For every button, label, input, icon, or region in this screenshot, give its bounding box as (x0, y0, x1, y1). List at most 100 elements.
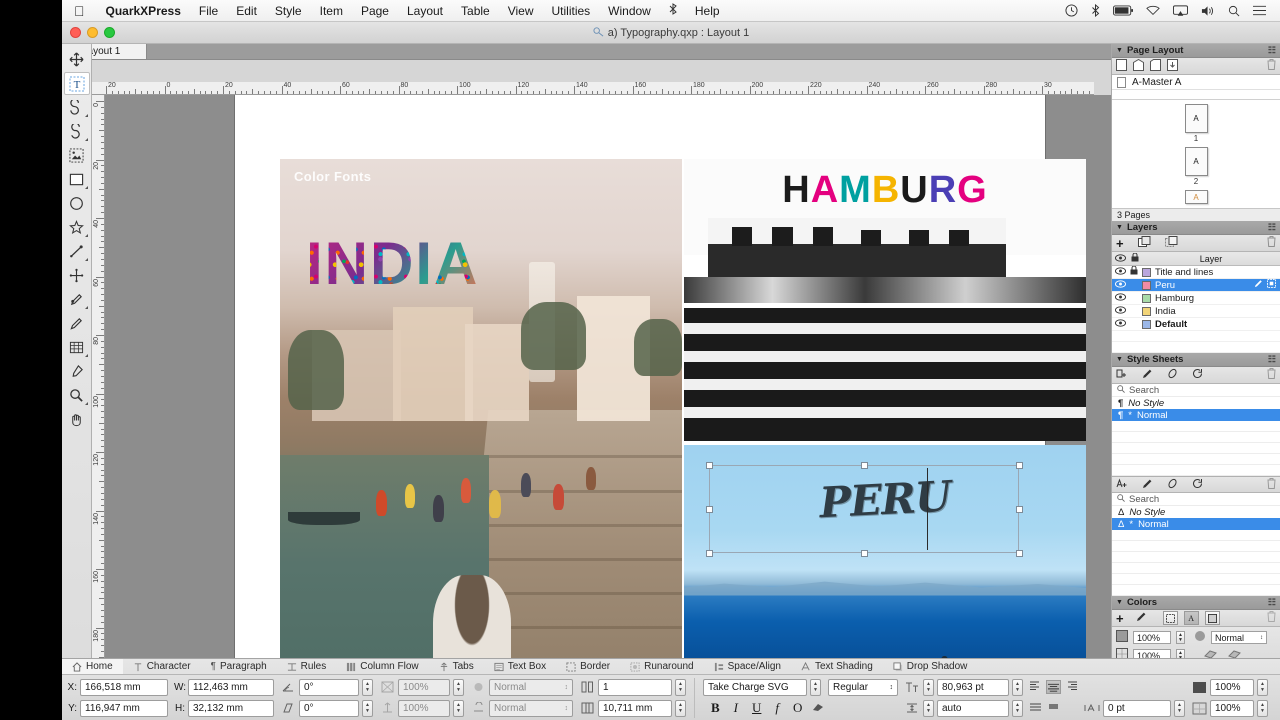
more-text-styles-icon[interactable] (812, 701, 825, 716)
style-sheets-panel-header[interactable]: ▼ Style Sheets ☷ (1112, 353, 1280, 367)
trash-icon[interactable] (1267, 236, 1276, 250)
maximize-button[interactable] (104, 27, 115, 38)
merge-layers-icon[interactable] (1165, 236, 1178, 250)
apple-logo-icon[interactable]:  (74, 4, 85, 18)
bezier-pen-tool[interactable] (64, 264, 90, 287)
item-tool[interactable] (64, 48, 90, 71)
page-layout-panel-header[interactable]: ▼ Page Layout ☷ (1112, 44, 1280, 58)
minimize-button[interactable] (87, 27, 98, 38)
opacity-field[interactable]: 100% (1210, 700, 1254, 717)
character-styles-search[interactable]: Search (1112, 493, 1280, 506)
leading-stepper-right[interactable]: ▲▼ (1012, 700, 1023, 717)
shade-field[interactable]: 100% (1210, 679, 1254, 696)
battery-icon[interactable] (1113, 5, 1133, 16)
layers-panel-header[interactable]: ▼ Layers ☷ (1112, 221, 1280, 235)
h-field[interactable]: 32,132 mm (188, 700, 274, 717)
panel-menu-icon[interactable]: ☷ (1268, 597, 1276, 608)
shade-stepper[interactable]: ▲▼ (1257, 679, 1268, 696)
align-force-justify-icon[interactable] (1048, 702, 1059, 714)
trash-icon[interactable] (1267, 611, 1276, 625)
x-field[interactable]: 166,518 mm (80, 679, 168, 696)
eye-icon[interactable] (1115, 267, 1126, 278)
selection-handle-mr[interactable] (1016, 506, 1023, 513)
tab-drop-shadow[interactable]: Drop Shadow (883, 659, 978, 674)
char-style-row-no-style[interactable]: Δ No Style (1112, 506, 1280, 518)
edit-style-icon[interactable] (1142, 368, 1153, 382)
y-field[interactable]: 116,947 mm (80, 700, 168, 717)
style-row-normal[interactable]: ¶ * Normal (1112, 409, 1280, 421)
edit-color-icon[interactable] (1136, 611, 1147, 625)
font-size-stepper[interactable]: ▲▼ (923, 679, 934, 696)
new-style-icon[interactable] (1116, 368, 1128, 382)
document-page[interactable]: Color Fonts INDIA (235, 95, 1045, 660)
search-icon[interactable] (1228, 5, 1240, 17)
add-layer-icon[interactable]: + (1116, 237, 1124, 250)
shade-stepper[interactable]: ▲▼ (1176, 631, 1185, 644)
italic-button[interactable]: I (730, 700, 742, 716)
airplay-icon[interactable] (1173, 5, 1188, 17)
menu-item-item[interactable]: Item (311, 0, 352, 22)
layer-row-title-and-lines[interactable]: Title and lines (1112, 266, 1280, 279)
selection-handle-bc[interactable] (861, 550, 868, 557)
duplicate-page-icon[interactable] (1150, 59, 1161, 74)
picture-frame-hamburg[interactable]: HAMBURG (684, 159, 1086, 441)
align-left-icon[interactable] (1029, 680, 1042, 694)
menu-item-help[interactable]: Help (686, 0, 729, 22)
tables-tool[interactable] (64, 336, 90, 359)
add-color-icon[interactable]: + (1116, 612, 1124, 625)
tab-space-align[interactable]: Space/Align (704, 659, 791, 674)
page-thumbnail[interactable]: A (1185, 147, 1208, 176)
tab-text-shading[interactable]: Text Shading (791, 659, 883, 674)
horizontal-ruler[interactable]: 2002040608010012014016018020022024026028… (92, 82, 1094, 95)
update-style-icon[interactable] (1192, 478, 1203, 492)
bold-button[interactable]: B (707, 700, 724, 716)
zoom-tool[interactable] (64, 384, 90, 407)
layer-row-hamburg[interactable]: Hamburg (1112, 292, 1280, 305)
tab-column-flow[interactable]: Column Flow (336, 659, 428, 674)
font-style-select[interactable]: Regular ↕ (828, 679, 898, 696)
selection-handle-tc[interactable] (861, 462, 868, 469)
chevron-down-icon[interactable]: ▼ (1116, 47, 1123, 54)
menu-item-file[interactable]: File (190, 0, 227, 22)
menu-item-style[interactable]: Style (266, 0, 311, 22)
menu-item-edit[interactable]: Edit (227, 0, 266, 22)
duplicate-style-icon[interactable] (1167, 368, 1178, 382)
text-color-swatch-icon[interactable] (1191, 681, 1207, 694)
close-button[interactable] (70, 27, 81, 38)
volume-icon[interactable] (1201, 5, 1215, 17)
selection-handle-tl[interactable] (706, 462, 713, 469)
clock-icon[interactable] (1065, 4, 1078, 17)
panel-menu-icon[interactable]: ☷ (1268, 222, 1276, 233)
style-row-no-style[interactable]: ¶ No Style (1112, 397, 1280, 409)
small-caps-button[interactable]: f (771, 700, 783, 716)
align-justify-icon[interactable] (1029, 701, 1042, 715)
leading-field[interactable]: auto (937, 700, 1009, 717)
pan-hand-tool[interactable] (64, 408, 90, 431)
trash-icon[interactable] (1267, 59, 1276, 73)
background-color-icon[interactable] (1205, 611, 1220, 625)
selection-handle-ml[interactable] (706, 506, 713, 513)
angle-stepper[interactable]: ▲▼ (362, 679, 373, 696)
eye-icon[interactable] (1115, 280, 1126, 291)
text-color-icon[interactable]: A (1184, 611, 1199, 625)
opacity-swatch-icon[interactable] (1191, 702, 1207, 715)
insert-page-icon[interactable] (1167, 59, 1178, 74)
chevron-down-icon[interactable]: ▼ (1116, 599, 1123, 606)
bluetooth-menu-icon[interactable] (660, 0, 686, 22)
control-center-icon[interactable] (1253, 5, 1266, 16)
tab-paragraph[interactable]: ¶ Paragraph (201, 659, 277, 674)
w-field[interactable]: 112,463 mm (188, 679, 274, 696)
tab-tabs[interactable]: Tabs (429, 659, 484, 674)
picture-frame-india[interactable]: Color Fonts INDIA (280, 159, 682, 660)
layer-row-default[interactable]: Default (1112, 318, 1280, 331)
panel-menu-icon[interactable]: ☷ (1268, 45, 1276, 56)
chevron-down-icon[interactable]: ▼ (1116, 224, 1123, 231)
menu-item-quarkxpress[interactable]: QuarkXPress (97, 0, 190, 22)
document-canvas[interactable]: Color Fonts INDIA (105, 95, 1111, 660)
char-style-row-normal[interactable]: Δ * Normal (1112, 518, 1280, 530)
menu-item-table[interactable]: Table (452, 0, 499, 22)
tab-character[interactable]: Character (123, 659, 201, 674)
lock-icon[interactable] (1130, 266, 1138, 278)
runaround-bottom-select[interactable]: Normal ↕ (489, 700, 573, 717)
scale-horizontal-stepper[interactable]: ▲▼ (453, 679, 464, 696)
